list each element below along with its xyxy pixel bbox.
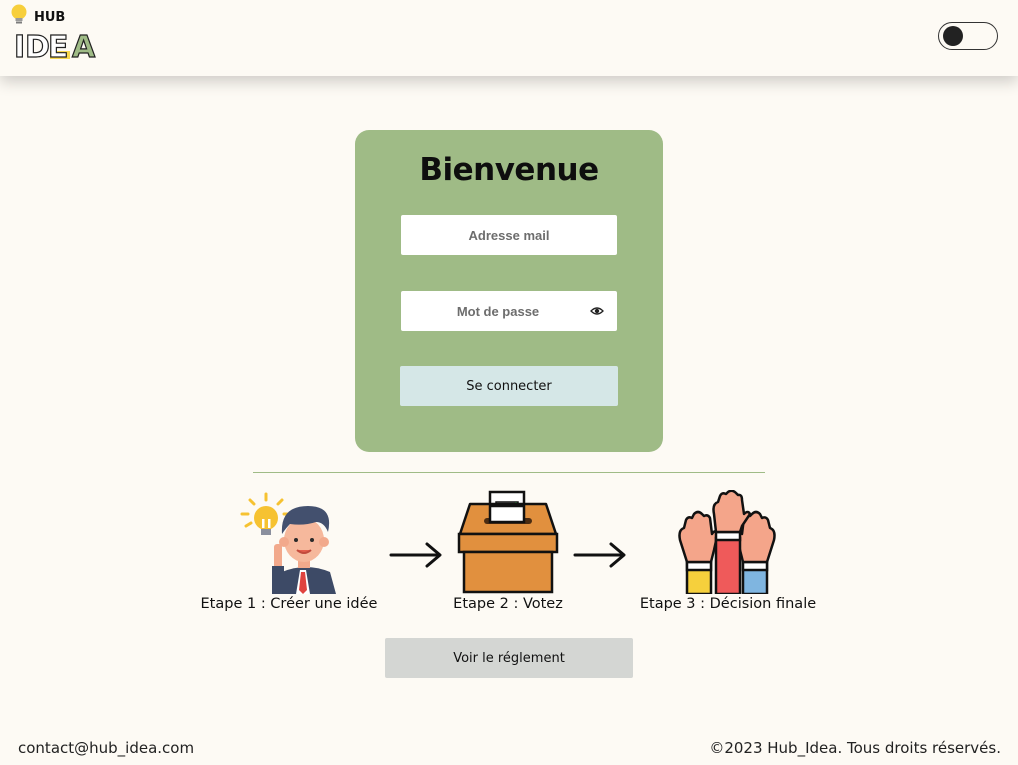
eye-icon[interactable]: [590, 305, 604, 317]
email-field[interactable]: [401, 215, 617, 255]
top-header: I D E A HUB: [0, 0, 1018, 76]
password-field[interactable]: [401, 291, 617, 331]
step-1-label: Etape 1 : Créer une idée: [200, 596, 378, 612]
view-rules-button[interactable]: Voir le réglement: [385, 638, 633, 678]
svg-text:I: I: [14, 30, 24, 63]
logo-hub-text: HUB: [34, 10, 66, 25]
step-2-label: Etape 2 : Votez: [453, 596, 563, 612]
step-3-label: Etape 3 : Décision finale: [639, 596, 817, 612]
footer-contact-link[interactable]: contact@hub_idea.com: [18, 739, 194, 757]
arrow-right-icon: [573, 542, 626, 568]
login-button[interactable]: Se connecter: [400, 366, 618, 406]
idea-person-icon: [240, 492, 336, 594]
toggle-knob: [943, 26, 963, 46]
svg-text:E: E: [48, 30, 68, 63]
theme-toggle[interactable]: [938, 22, 998, 50]
login-title: Bienvenue: [419, 152, 599, 188]
hub-idea-logo[interactable]: I D E A HUB: [10, 3, 106, 66]
svg-text:A: A: [72, 30, 96, 63]
ballot-box-icon: [457, 490, 559, 594]
svg-text:D: D: [25, 30, 49, 63]
section-divider: [253, 472, 765, 473]
raised-hands-icon: [678, 490, 776, 594]
footer-copyright: ©2023 Hub_Idea. Tous droits réservés.: [709, 739, 1001, 757]
arrow-right-icon: [389, 542, 442, 568]
